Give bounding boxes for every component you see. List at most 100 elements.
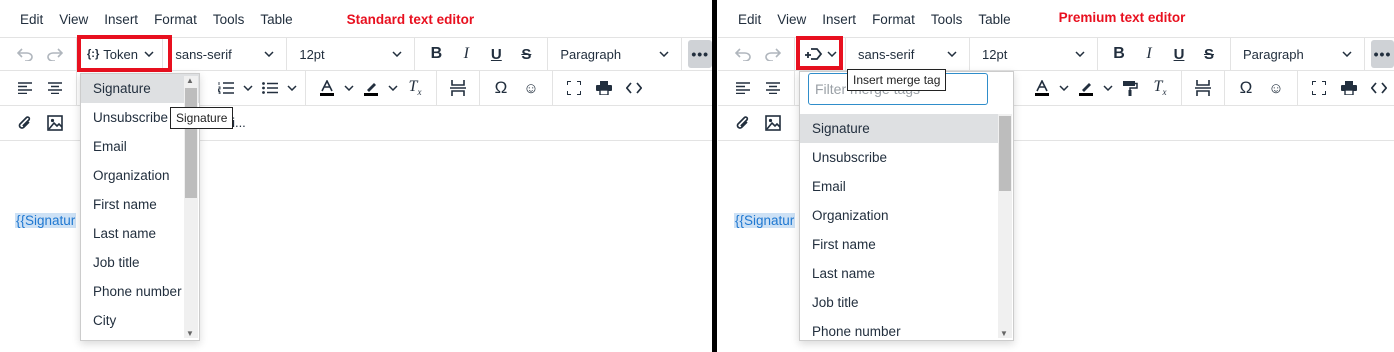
signature-token[interactable]: {{Signatur (734, 213, 796, 228)
merge-tag-option[interactable]: Phone number (800, 317, 1013, 340)
merge-tag-option[interactable]: Organization (800, 201, 1013, 230)
merge-tag-option[interactable]: Last name (800, 259, 1013, 288)
token-option[interactable]: Organization (81, 161, 199, 190)
strikethrough-icon[interactable]: S (511, 40, 541, 68)
menu-view[interactable]: View (769, 12, 814, 27)
align-left-icon[interactable] (10, 74, 40, 102)
align-center-icon[interactable] (758, 74, 788, 102)
color-group: Tx (312, 71, 437, 105)
token-option[interactable]: Phone number (81, 277, 199, 306)
numbered-list-icon[interactable] (211, 74, 241, 102)
menubar: Edit View Insert Format Tools Table Prem… (718, 0, 1394, 38)
italic-icon[interactable]: I (451, 40, 481, 68)
menu-format[interactable]: Format (864, 12, 923, 27)
menu-table[interactable]: Table (970, 12, 1018, 27)
tooltip: Insert merge tag (847, 69, 947, 91)
menu-insert[interactable]: Insert (814, 12, 864, 27)
merge-tag-option[interactable]: Email (800, 172, 1013, 201)
token-option[interactable]: Last name (81, 219, 199, 248)
clear-formatting-icon[interactable]: Tx (1145, 74, 1175, 102)
underline-icon[interactable]: U (481, 40, 511, 68)
attachment-icon[interactable] (728, 109, 758, 137)
history-group (10, 38, 77, 70)
scroll-up-icon[interactable]: ▲ (186, 76, 194, 85)
bold-icon[interactable]: B (1104, 40, 1134, 68)
scroll-down-icon[interactable]: ▼ (1000, 329, 1008, 338)
menu-format[interactable]: Format (146, 12, 205, 27)
menu-view[interactable]: View (51, 12, 96, 27)
menubar: Edit View Insert Format Tools Table Stan… (0, 0, 712, 38)
special-character-icon[interactable]: Ω (1231, 74, 1261, 102)
editor-type-label: Premium text editor (1058, 9, 1186, 25)
more-options-icon[interactable]: ••• (1371, 40, 1394, 68)
chevron-down-icon (1075, 51, 1085, 57)
token-option[interactable]: First name (81, 190, 199, 219)
scroll-thumb[interactable] (999, 116, 1011, 191)
scroll-down-icon[interactable]: ▼ (186, 329, 194, 338)
token-option[interactable]: Job title (81, 248, 199, 277)
bullet-list-icon[interactable] (255, 74, 285, 102)
scroll-thumb[interactable] (185, 88, 197, 198)
menu-insert[interactable]: Insert (96, 12, 146, 27)
menu-edit[interactable]: Edit (730, 12, 769, 27)
font-family-select[interactable]: sans-serif (852, 38, 970, 70)
menu-edit[interactable]: Edit (12, 12, 51, 27)
attachment-icon[interactable] (10, 109, 40, 137)
strikethrough-icon[interactable]: S (1194, 40, 1224, 68)
token-option[interactable]: Email (81, 132, 199, 161)
block-format-select[interactable]: Paragraph (1237, 38, 1365, 70)
standard-editor-pane: Edit View Insert Format Tools Table Stan… (0, 0, 712, 352)
dropdown-scrollbar[interactable]: ▲ ▼ (998, 114, 1012, 338)
merge-tag-option[interactable]: First name (800, 230, 1013, 259)
block-format-select[interactable]: Paragraph (554, 38, 683, 70)
image-icon[interactable] (758, 109, 788, 137)
fullscreen-icon[interactable] (559, 74, 589, 102)
text-color-icon[interactable] (1027, 74, 1057, 102)
menu-tools[interactable]: Tools (205, 12, 253, 27)
align-center-icon[interactable] (40, 74, 70, 102)
highlight-color-icon[interactable] (1071, 74, 1101, 102)
text-color-icon[interactable] (312, 74, 342, 102)
emoji-icon[interactable]: ☺ (1261, 74, 1291, 102)
merge-tag-option[interactable]: Job title (800, 288, 1013, 317)
undo-icon[interactable] (10, 40, 40, 68)
undo-icon[interactable] (728, 40, 758, 68)
font-size-select[interactable]: 12pt (976, 38, 1098, 70)
menu-tools[interactable]: Tools (923, 12, 971, 27)
chevron-down-icon[interactable] (241, 74, 255, 102)
redo-icon[interactable] (758, 40, 788, 68)
chevron-down-icon[interactable] (342, 74, 356, 102)
redo-icon[interactable] (40, 40, 70, 68)
print-icon[interactable] (1334, 74, 1364, 102)
more-options-icon[interactable]: ••• (688, 40, 712, 68)
highlight-color-icon[interactable] (356, 74, 386, 102)
page-break-icon[interactable] (1188, 74, 1218, 102)
print-icon[interactable] (589, 74, 619, 102)
chevron-down-icon[interactable] (1101, 74, 1115, 102)
chevron-down-icon[interactable] (386, 74, 400, 102)
menu-table[interactable]: Table (252, 12, 300, 27)
source-code-icon[interactable] (1364, 74, 1394, 102)
chevron-down-icon[interactable] (285, 74, 299, 102)
merge-tag-option[interactable]: Signature (800, 114, 999, 143)
clear-formatting-icon[interactable]: Tx (400, 74, 430, 102)
emoji-icon[interactable]: ☺ (516, 74, 546, 102)
token-option[interactable]: Signature (81, 74, 199, 103)
bold-icon[interactable]: B (421, 40, 451, 68)
signature-token[interactable]: {{Signatur (15, 213, 77, 228)
special-character-icon[interactable]: Ω (486, 74, 516, 102)
merge-tag-option[interactable]: Unsubscribe (800, 143, 1013, 172)
token-option[interactable]: City (81, 306, 199, 335)
fullscreen-icon[interactable] (1304, 74, 1334, 102)
align-left-icon[interactable] (728, 74, 758, 102)
italic-icon[interactable]: I (1134, 40, 1164, 68)
history-group (728, 38, 795, 70)
image-icon[interactable] (40, 109, 70, 137)
source-code-icon[interactable] (619, 74, 649, 102)
chevron-down-icon[interactable] (1057, 74, 1071, 102)
page-break-icon[interactable] (443, 74, 473, 102)
underline-icon[interactable]: U (1164, 40, 1194, 68)
format-painter-icon[interactable] (1115, 74, 1145, 102)
font-family-select[interactable]: sans-serif (169, 38, 288, 70)
font-size-select[interactable]: 12pt (293, 38, 416, 70)
